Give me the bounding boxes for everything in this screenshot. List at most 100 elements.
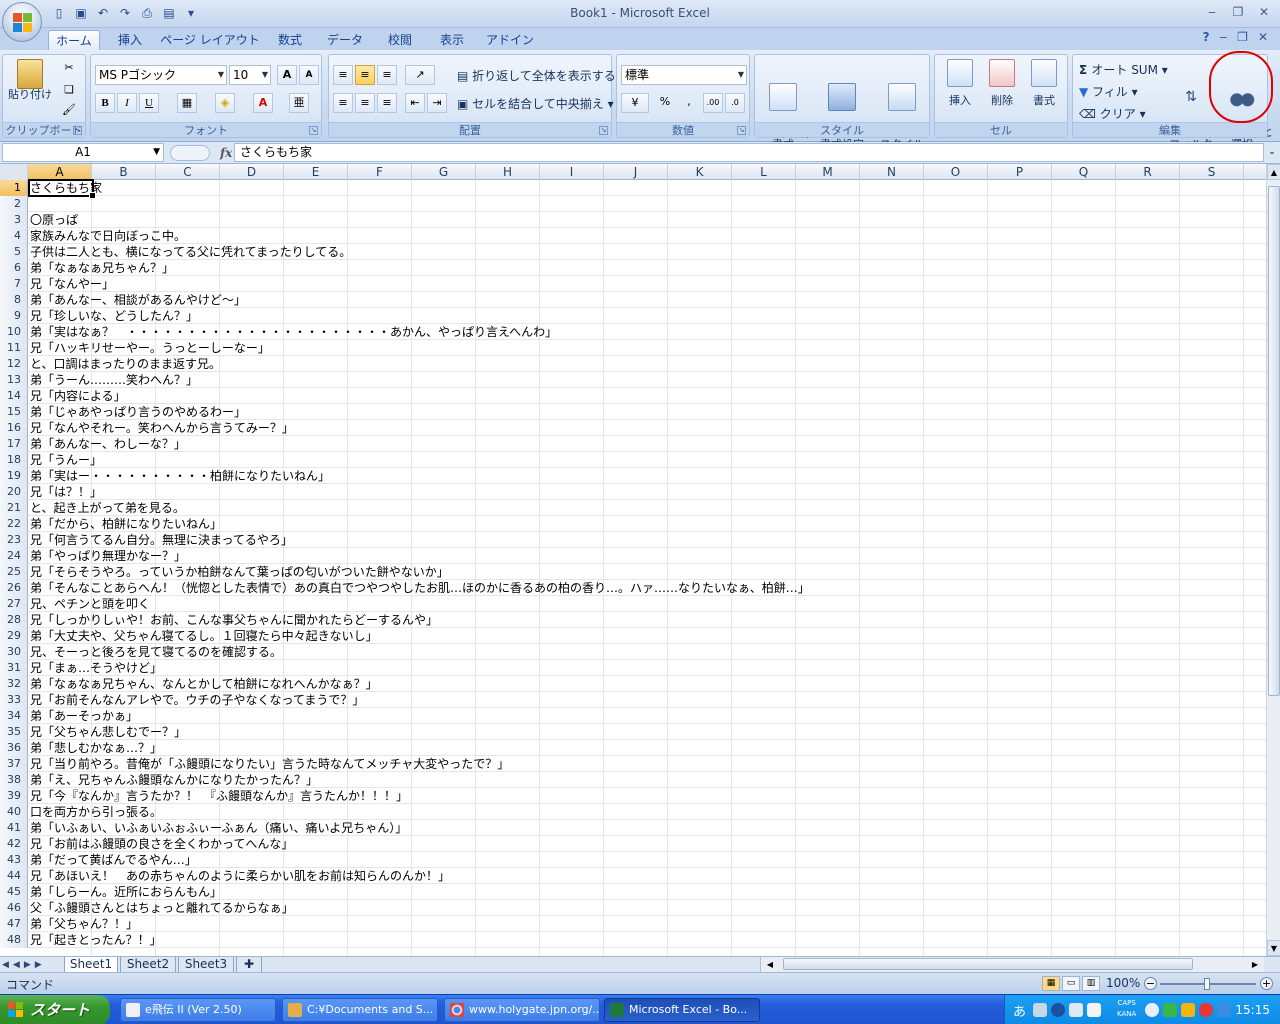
row-header[interactable]: 32 <box>0 676 28 692</box>
row-header[interactable]: 30 <box>0 644 28 660</box>
cell-a[interactable]: 兄「お前そんなんアレやで。ウチの子やなくなってまうで？」 <box>30 692 364 708</box>
cell-a[interactable]: 口を両方から引っ張る。 <box>30 804 162 820</box>
cell-a[interactable]: 弟「いふぁい、いふぁいふぉふぃーふぁん（痛い、痛いよ兄ちゃん）」 <box>30 820 407 836</box>
expand-formula-bar-icon[interactable]: ⌄ <box>1266 144 1278 161</box>
cell-a[interactable]: 弟「あーそっかぁ」 <box>30 708 138 724</box>
percent-button[interactable]: % <box>655 93 675 113</box>
cell-a[interactable]: 兄「あほいえ！ あの赤ちゃんのように柔らかい肌をお前は知らんのんか！」 <box>30 868 450 884</box>
page-layout-view-icon[interactable]: ▭ <box>1062 976 1080 991</box>
scroll-left-icon[interactable]: ◀ <box>763 957 777 972</box>
row-header[interactable]: 25 <box>0 564 28 580</box>
wrap-text-button[interactable]: ▤ 折り返して全体を表示する <box>457 67 616 84</box>
cell-a[interactable]: 兄「うんー」 <box>30 452 102 468</box>
insert-sheet-icon[interactable]: ✚ <box>236 957 262 973</box>
font-color-icon[interactable]: A <box>253 93 273 113</box>
row-header[interactable]: 29 <box>0 628 28 644</box>
sheet-tab-3[interactable]: Sheet3 <box>178 957 234 973</box>
cell-a[interactable]: 兄、ペチンと頭を叩く <box>30 596 150 612</box>
cell-a[interactable]: 兄「起きとったん？！」 <box>30 932 162 948</box>
tool-icon[interactable] <box>1033 1003 1047 1017</box>
cell-a[interactable]: 兄「当り前やろ。昔俺が「ふ饅頭になりたい」言うた時なんてメッチャ大変やったで？」 <box>30 756 509 772</box>
number-format-combo[interactable]: 標準 ▼ <box>621 65 747 85</box>
grow-font-icon[interactable]: A <box>277 65 297 85</box>
align-right-icon[interactable]: ≡ <box>377 93 397 113</box>
decrease-indent-icon[interactable]: ⇤ <box>405 93 425 113</box>
cell-a[interactable]: 兄「なんやー」 <box>30 276 114 292</box>
currency-icon[interactable]: ¥ <box>621 93 649 113</box>
row-header[interactable]: 20 <box>0 484 28 500</box>
row-header[interactable]: 11 <box>0 340 28 356</box>
help-tray-icon[interactable] <box>1087 1003 1101 1017</box>
row-header[interactable]: 22 <box>0 516 28 532</box>
row-header[interactable]: 14 <box>0 388 28 404</box>
normal-view-icon[interactable]: ▦ <box>1042 976 1060 991</box>
row-header[interactable]: 38 <box>0 772 28 788</box>
row-header[interactable]: 17 <box>0 436 28 452</box>
restore-icon[interactable]: ❐ <box>1230 4 1246 20</box>
column-header-i[interactable]: I <box>540 164 604 180</box>
column-header-n[interactable]: N <box>860 164 924 180</box>
close-icon[interactable]: ✕ <box>1256 4 1272 20</box>
cell-a[interactable]: 子供は二人とも、横になってる父に凭れてまったりしてる。 <box>30 244 351 260</box>
tab-insert[interactable]: 挿入 <box>108 30 152 50</box>
workbook-close-icon[interactable]: ✕ <box>1258 30 1268 44</box>
column-header-b[interactable]: B <box>92 164 156 180</box>
row-header[interactable]: 21 <box>0 500 28 516</box>
scroll-down-icon[interactable]: ▼ <box>1267 940 1280 956</box>
cell-a[interactable]: 弟「あんなー、わしーな？」 <box>30 436 186 452</box>
vertical-scrollbar[interactable]: ▲ ▼ <box>1266 164 1280 956</box>
align-top-icon[interactable]: ≡ <box>333 65 353 85</box>
tray-app-icon-1[interactable] <box>1163 1003 1177 1017</box>
zoom-slider-knob[interactable] <box>1204 978 1210 990</box>
cell-a[interactable]: 兄、そーっと後ろを見て寝てるのを確認する。 <box>30 644 282 660</box>
cell-a[interactable]: 兄「内容による」 <box>30 388 126 404</box>
tray-app-icon-4[interactable] <box>1217 1003 1231 1017</box>
column-header-k[interactable]: K <box>668 164 732 180</box>
tray-app-icon-2[interactable] <box>1181 1003 1195 1017</box>
comma-button[interactable]: , <box>679 93 699 113</box>
column-header-g[interactable]: G <box>412 164 476 180</box>
fill-button[interactable]: ▼ フィル ▾ <box>1079 83 1138 100</box>
cell-a[interactable]: 兄「お前はふ饅頭の良さを全くわかってへんな」 <box>30 836 293 852</box>
cut-icon[interactable]: ✂ <box>59 59 79 79</box>
column-header-d[interactable]: D <box>220 164 284 180</box>
tab-home[interactable]: ホーム <box>48 30 100 50</box>
align-center-icon[interactable]: ≡ <box>355 93 375 113</box>
column-header-p[interactable]: P <box>988 164 1052 180</box>
align-bottom-icon[interactable]: ≡ <box>377 65 397 85</box>
borders-icon[interactable]: ▦ <box>177 93 197 113</box>
cell-a[interactable]: 兄「まぁ…そうやけど」 <box>30 660 162 676</box>
cell-a[interactable]: 兄「なんやそれー。笑わへんから言うてみー？」 <box>30 420 294 436</box>
cell-a[interactable]: 兄「ハッキリせーやー。うっとーしーなー」 <box>30 340 270 356</box>
start-button[interactable]: スタート <box>0 995 110 1024</box>
cell-a[interactable]: 兄「珍しいな、どうしたん？」 <box>30 308 198 324</box>
cell-a[interactable]: 弟「じゃあやっぱり言うのやめるわー」 <box>30 404 246 420</box>
row-header[interactable]: 9 <box>0 308 28 324</box>
tray-app-icon-3[interactable] <box>1199 1003 1213 1017</box>
cell-a[interactable]: 弟「あんなー、相談があるんやけど～」 <box>30 292 246 308</box>
row-header[interactable]: 23 <box>0 532 28 548</box>
clear-button[interactable]: ⌫ クリア ▾ <box>1079 105 1146 122</box>
workbook-restore-icon[interactable]: ❐ <box>1237 30 1248 44</box>
row-header[interactable]: 48 <box>0 932 28 948</box>
worksheet-grid[interactable]: ABCDEFGHIJKLMNOPQRS 1 さくらもち家 2 3 〇原っぱ 4 家族みんなで… <box>0 164 1266 956</box>
scroll-up-icon[interactable]: ▲ <box>1267 164 1280 180</box>
format-cells-button[interactable]: 書式 <box>1023 59 1065 107</box>
ime-icon[interactable]: あ <box>1013 1001 1026 1020</box>
cell-a[interactable]: 兄「何言うてるん自分。無理に決まってるやろ」 <box>30 532 293 548</box>
cell-a[interactable]: 弟「父ちゃん？！」 <box>30 916 138 932</box>
dialog-launcher-icon[interactable]: ↘ <box>309 126 318 135</box>
row-header[interactable]: 2 <box>0 196 28 212</box>
cell-a[interactable]: 兄「そらそうやろ。っていうか柏餅なんて葉っぱの匂いがついた餅やないか」 <box>30 564 449 580</box>
row-header[interactable]: 31 <box>0 660 28 676</box>
column-header-h[interactable]: H <box>476 164 540 180</box>
insert-cells-button[interactable]: 挿入 <box>939 59 981 107</box>
row-header[interactable]: 39 <box>0 788 28 804</box>
tab-view[interactable]: 表示 <box>430 30 474 50</box>
row-header[interactable]: 10 <box>0 324 28 340</box>
cell-a[interactable]: 兄「は？！」 <box>30 484 102 500</box>
row-header[interactable]: 27 <box>0 596 28 612</box>
taskbar-item-explorer[interactable]: C:¥Documents and S... <box>282 998 438 1022</box>
select-all-corner[interactable] <box>0 164 28 180</box>
cell-a[interactable]: 弟「大丈夫や、父ちゃん寝てるし。１回寝たら中々起きないし」 <box>30 628 378 644</box>
